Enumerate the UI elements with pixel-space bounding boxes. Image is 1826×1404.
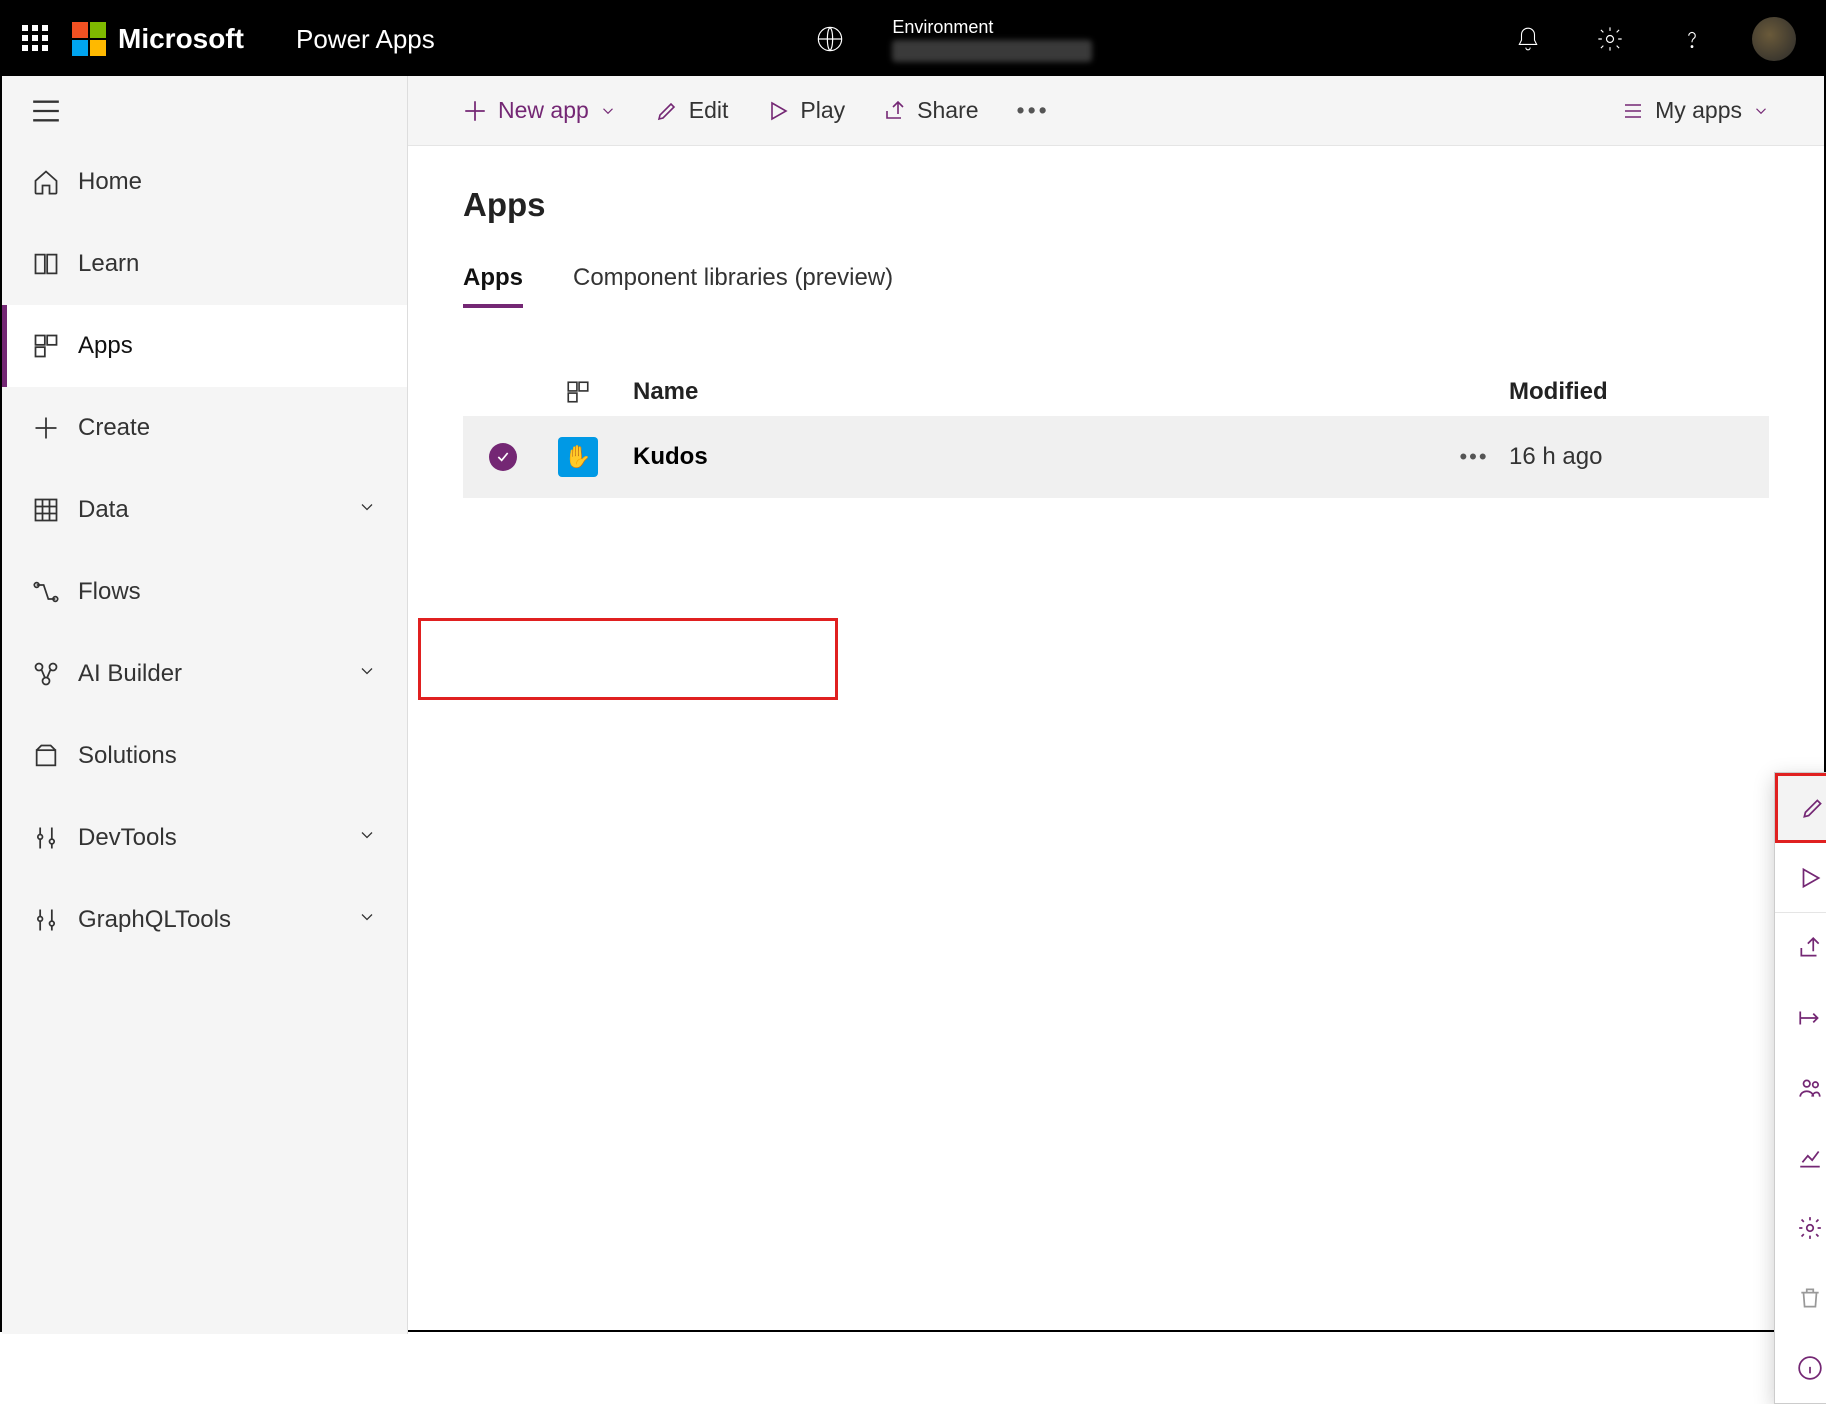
sidebar-item-solutions[interactable]: Solutions xyxy=(2,715,407,797)
column-header-modified[interactable]: Modified xyxy=(1509,378,1769,406)
sidebar-item-label: Apps xyxy=(78,332,133,360)
sidebar-item-learn[interactable]: Learn xyxy=(2,223,407,305)
chevron-down-icon xyxy=(1752,102,1770,120)
microsoft-brand-text: Microsoft xyxy=(118,23,244,55)
play-button[interactable]: Play xyxy=(752,89,859,132)
sidebar-item-flows[interactable]: Flows xyxy=(2,551,407,633)
microsoft-logo-icon xyxy=(72,22,106,56)
notifications-icon[interactable] xyxy=(1498,9,1558,69)
environment-value-redacted xyxy=(892,40,1092,62)
share-label: Share xyxy=(917,97,978,124)
help-icon[interactable] xyxy=(1662,9,1722,69)
app-type-icon xyxy=(543,379,613,405)
app-name[interactable]: Kudos xyxy=(613,443,1439,471)
chevron-down-icon xyxy=(357,660,377,688)
chevron-down-icon xyxy=(357,906,377,934)
row-select-checkbox[interactable] xyxy=(463,443,543,471)
edit-label: Edit xyxy=(689,97,729,124)
globe-icon[interactable] xyxy=(800,9,860,69)
context-menu-analytics[interactable]: Analytics (preview) xyxy=(1775,1123,1826,1193)
play-label: Play xyxy=(800,97,845,124)
sidebar-item-label: Solutions xyxy=(78,742,177,770)
content-area: New app Edit Play Share ••• My apps xyxy=(408,76,1824,1334)
settings-gear-icon[interactable] xyxy=(1580,9,1640,69)
table-header-row: Name Modified xyxy=(463,378,1769,406)
app-icon: ✋ xyxy=(543,437,613,477)
user-avatar[interactable] xyxy=(1744,9,1804,69)
new-app-button[interactable]: New app xyxy=(448,89,631,132)
sidebar-item-data[interactable]: Data xyxy=(2,469,407,551)
sidebar-item-create[interactable]: Create xyxy=(2,387,407,469)
row-more-actions-button[interactable]: ••• xyxy=(1439,444,1509,470)
sidebar-item-graphqltools[interactable]: GraphQLTools xyxy=(2,879,407,961)
page-body: Apps Apps Component libraries (preview) … xyxy=(408,146,1824,1334)
page-title: Apps xyxy=(463,186,1769,224)
context-menu-export[interactable]: Export package (preview) xyxy=(1775,983,1826,1053)
sidebar-item-label: Create xyxy=(78,414,150,442)
tab-bar: Apps Component libraries (preview) xyxy=(463,264,1769,308)
sidebar-item-label: Data xyxy=(78,496,129,524)
more-commands-button[interactable]: ••• xyxy=(1003,89,1064,132)
column-header-name[interactable]: Name xyxy=(613,378,1509,406)
new-app-label: New app xyxy=(498,97,589,124)
annotation-highlight-row xyxy=(418,618,838,700)
sidebar-item-label: DevTools xyxy=(78,824,177,852)
sidebar-item-label: GraphQLTools xyxy=(78,906,231,934)
collapse-sidebar-button[interactable] xyxy=(2,86,407,141)
share-button[interactable]: Share xyxy=(869,89,992,132)
environment-label: Environment xyxy=(892,17,1092,38)
app-modified: 16 h ago xyxy=(1509,443,1769,471)
sidebar-item-label: Flows xyxy=(78,578,141,606)
environment-picker[interactable]: Environment xyxy=(892,17,1092,62)
context-menu-settings[interactable]: Settings xyxy=(1775,1193,1826,1263)
sidebar-item-home[interactable]: Home xyxy=(2,141,407,223)
sidebar-item-devtools[interactable]: DevTools xyxy=(2,797,407,879)
top-header: Microsoft Power Apps Environment xyxy=(2,2,1824,76)
product-name: Power Apps xyxy=(296,24,435,55)
sidebar-item-label: Home xyxy=(78,168,142,196)
command-bar: New app Edit Play Share ••• My apps xyxy=(408,76,1824,146)
sidebar-item-ai-builder[interactable]: AI Builder xyxy=(2,633,407,715)
context-menu: Edit Play Share Export package (preview)… xyxy=(1774,772,1826,1404)
context-menu-add-to-teams[interactable]: Add to Teams xyxy=(1775,1053,1826,1123)
context-menu-share[interactable]: Share xyxy=(1775,913,1826,983)
context-menu-edit[interactable]: Edit xyxy=(1775,773,1826,843)
view-selector[interactable]: My apps xyxy=(1607,89,1784,132)
context-menu-play[interactable]: Play xyxy=(1775,843,1826,913)
chevron-down-icon xyxy=(599,102,617,120)
tab-apps[interactable]: Apps xyxy=(463,264,523,308)
sidebar-item-apps[interactable]: Apps xyxy=(2,305,407,387)
tab-component-libraries[interactable]: Component libraries (preview) xyxy=(573,264,893,308)
chevron-down-icon xyxy=(357,824,377,852)
sidebar-item-label: AI Builder xyxy=(78,660,182,688)
sidebar-item-label: Learn xyxy=(78,250,139,278)
app-row[interactable]: ✋ Kudos ••• 16 h ago xyxy=(463,416,1769,498)
chevron-down-icon xyxy=(357,496,377,524)
left-sidebar: Home Learn Apps Create Data Flows AI Bui… xyxy=(2,76,408,1334)
view-label: My apps xyxy=(1655,97,1742,124)
context-menu-delete: Delete xyxy=(1775,1263,1826,1333)
edit-button[interactable]: Edit xyxy=(641,89,743,132)
microsoft-logo: Microsoft xyxy=(72,22,244,56)
app-launcher-icon[interactable] xyxy=(22,25,50,53)
context-menu-details[interactable]: Details xyxy=(1775,1333,1826,1403)
